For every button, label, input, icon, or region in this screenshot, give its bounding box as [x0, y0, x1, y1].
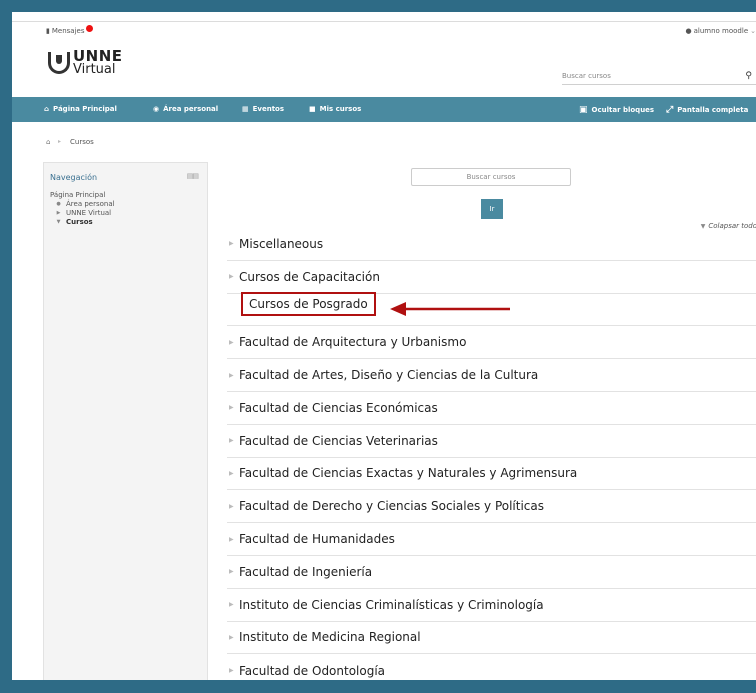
category-name[interactable]: Facultad de Odontología	[239, 664, 385, 678]
chevron-right-icon: ▶	[229, 469, 234, 477]
user-menu[interactable]: ● alumno moodle ⌄	[686, 27, 756, 35]
breadcrumb-separator: ▸	[58, 138, 62, 145]
notification-badge	[86, 24, 94, 32]
chevron-right-icon: ▶	[229, 535, 234, 543]
category-name[interactable]: Facultad de Ciencias Económicas	[239, 401, 438, 415]
fullscreen-button[interactable]: ⤢ Pantalla completa	[666, 105, 748, 115]
category-name[interactable]: Miscellaneous	[239, 237, 323, 251]
logo-text-virtual: Virtual	[73, 62, 116, 77]
chevron-right-icon: ▶	[229, 633, 234, 641]
hide-blocks-label: Ocultar bloques	[591, 106, 655, 114]
sidebar-item-unne-virtual[interactable]: ▶ UNNE Virtual	[50, 209, 115, 218]
category-item[interactable]: ▶ Miscellaneous	[227, 228, 756, 261]
chevron-down-icon: ▼	[56, 219, 61, 225]
category-list: ▶ Miscellaneous ▶ Cursos de Capacitación ▶…	[227, 228, 756, 680]
category-name[interactable]: Facultad de Humanidades	[239, 532, 395, 546]
header-search[interactable]: Buscar cursos ⚲	[562, 67, 756, 85]
category-name[interactable]: Cursos de Capacitación	[239, 270, 380, 284]
chat-icon: ▮	[46, 27, 50, 35]
nav-item-label: Página Principal	[53, 105, 117, 113]
calendar-icon: ▦	[242, 105, 249, 113]
breadcrumb-current[interactable]: Cursos	[70, 138, 94, 146]
chevron-right-icon: ▶	[229, 371, 234, 379]
chevron-right-icon: ▶	[229, 338, 234, 346]
site-logo[interactable]: UNNE Virtual	[48, 49, 123, 76]
sidebar-item-label: Página Principal	[50, 191, 106, 199]
main-navbar: ⌂ Página Principal ◉ Área personal ▦ Eve…	[12, 97, 756, 122]
nav-item-label: Mis cursos	[319, 105, 362, 113]
bullet-icon: ●	[56, 201, 61, 207]
sidebar-item-courses[interactable]: ▼ Cursos	[50, 218, 115, 227]
chevron-right-icon: ▶	[56, 210, 61, 216]
category-name[interactable]: Facultad de Ciencias Exactas y Naturales…	[239, 466, 577, 480]
category-item[interactable]: ▶ Cursos de Capacitación	[227, 261, 756, 294]
nav-item-label: Área personal	[163, 105, 219, 113]
sidebar-item-label: Cursos	[66, 218, 93, 226]
home-icon[interactable]: ⌂	[46, 138, 50, 146]
block-controls-icon[interactable]: ▤▤	[187, 172, 199, 180]
category-name[interactable]: Facultad de Derecho y Ciencias Sociales …	[239, 499, 544, 513]
messages-label: Mensajes	[51, 27, 85, 35]
chevron-right-icon: ▶	[229, 601, 234, 609]
sidebar-item-dashboard[interactable]: ● Área personal	[50, 200, 115, 209]
search-go-button[interactable]: Ir	[481, 199, 503, 219]
navigation-tree: Página Principal ● Área personal ▶ UNNE …	[50, 191, 115, 227]
nav-item-dashboard[interactable]: ◉ Área personal	[153, 105, 218, 113]
category-item[interactable]: ▶ Facultad de Odontología	[227, 654, 756, 680]
category-item[interactable]: ▶ Facultad de Ciencias Económicas	[227, 392, 756, 425]
category-item[interactable]: ▶ Facultad de Ingeniería	[227, 556, 756, 589]
category-name[interactable]: Facultad de Arquitectura y Urbanismo	[239, 335, 466, 349]
chevron-right-icon: ▶	[229, 568, 234, 576]
navigation-block: Navegación ▤▤ Página Principal ● Área pe…	[43, 162, 208, 680]
messages-link[interactable]: ▮ Mensajes	[46, 24, 94, 35]
category-name[interactable]: Instituto de Ciencias Criminalísticas y …	[239, 598, 544, 612]
sidebar-item-label: Área personal	[66, 200, 115, 208]
category-name[interactable]: Facultad de Ciencias Veterinarias	[239, 434, 438, 448]
fullscreen-label: Pantalla completa	[677, 106, 749, 114]
chevron-right-icon: ▶	[229, 502, 234, 510]
logo-shield-icon	[48, 51, 70, 74]
nav-item-label: Eventos	[252, 105, 285, 113]
highlight-box[interactable]: Cursos de Posgrado	[241, 291, 376, 316]
header-search-input[interactable]: Buscar cursos	[562, 72, 745, 80]
category-item[interactable]: ▶ Instituto de Medicina Regional	[227, 622, 756, 655]
courses-icon: ■	[309, 105, 316, 113]
chevron-down-icon: ⌄	[750, 27, 756, 35]
chevron-right-icon: ▶	[229, 437, 234, 445]
browser-page: ▮ Mensajes ● alumno moodle ⌄ UNNE Virtua…	[12, 12, 756, 680]
category-name[interactable]: Instituto de Medicina Regional	[239, 630, 421, 644]
category-item[interactable]: ▶ Facultad de Ciencias Veterinarias	[227, 425, 756, 458]
annotation-arrow-icon	[390, 302, 510, 316]
category-item[interactable]: ▶ Facultad de Artes, Diseño y Ciencias de…	[227, 359, 756, 392]
user-icon: ●	[685, 27, 692, 35]
home-icon: ⌂	[44, 105, 50, 113]
category-item[interactable]: ▶ Facultad de Humanidades	[227, 523, 756, 556]
category-item[interactable]: ▶ Facultad de Ciencias Exactas y Naturale…	[227, 458, 756, 491]
course-search-input[interactable]: Buscar cursos	[411, 168, 571, 186]
nav-item-home[interactable]: ⌂ Página Principal	[44, 105, 117, 113]
navigation-block-title: Navegación	[50, 173, 98, 182]
chevron-right-icon: ▶	[229, 404, 234, 412]
dashboard-icon: ◉	[153, 105, 160, 113]
nav-item-events[interactable]: ▦ Eventos	[242, 105, 284, 113]
nav-item-my-courses[interactable]: ■ Mis cursos	[309, 105, 361, 113]
sidebar-item-label: UNNE Virtual	[66, 209, 112, 217]
search-icon[interactable]: ⚲	[745, 71, 752, 81]
breadcrumb: ⌂ ▸ Cursos	[12, 130, 756, 155]
category-item[interactable]: ▶ Instituto de Ciencias Criminalísticas y…	[227, 589, 756, 622]
category-item[interactable]: ▶ Facultad de Derecho y Ciencias Sociales…	[227, 490, 756, 524]
hide-blocks-button[interactable]: ▣ Ocultar bloques	[579, 105, 654, 115]
category-name[interactable]: Facultad de Artes, Diseño y Ciencias de …	[239, 368, 538, 382]
chevron-right-icon: ▶	[229, 240, 234, 248]
hide-blocks-icon: ▣	[579, 105, 588, 115]
category-name[interactable]: Facultad de Ingeniería	[239, 565, 372, 579]
top-strip	[12, 12, 756, 22]
sidebar-item-home[interactable]: Página Principal	[50, 191, 115, 200]
user-name: alumno moodle	[693, 27, 749, 35]
expand-icon: ⤢	[666, 105, 674, 115]
chevron-right-icon: ▶	[229, 273, 234, 281]
category-item[interactable]: ▶ Facultad de Arquitectura y Urbanismo	[227, 326, 756, 360]
chevron-right-icon: ▶	[229, 667, 234, 675]
